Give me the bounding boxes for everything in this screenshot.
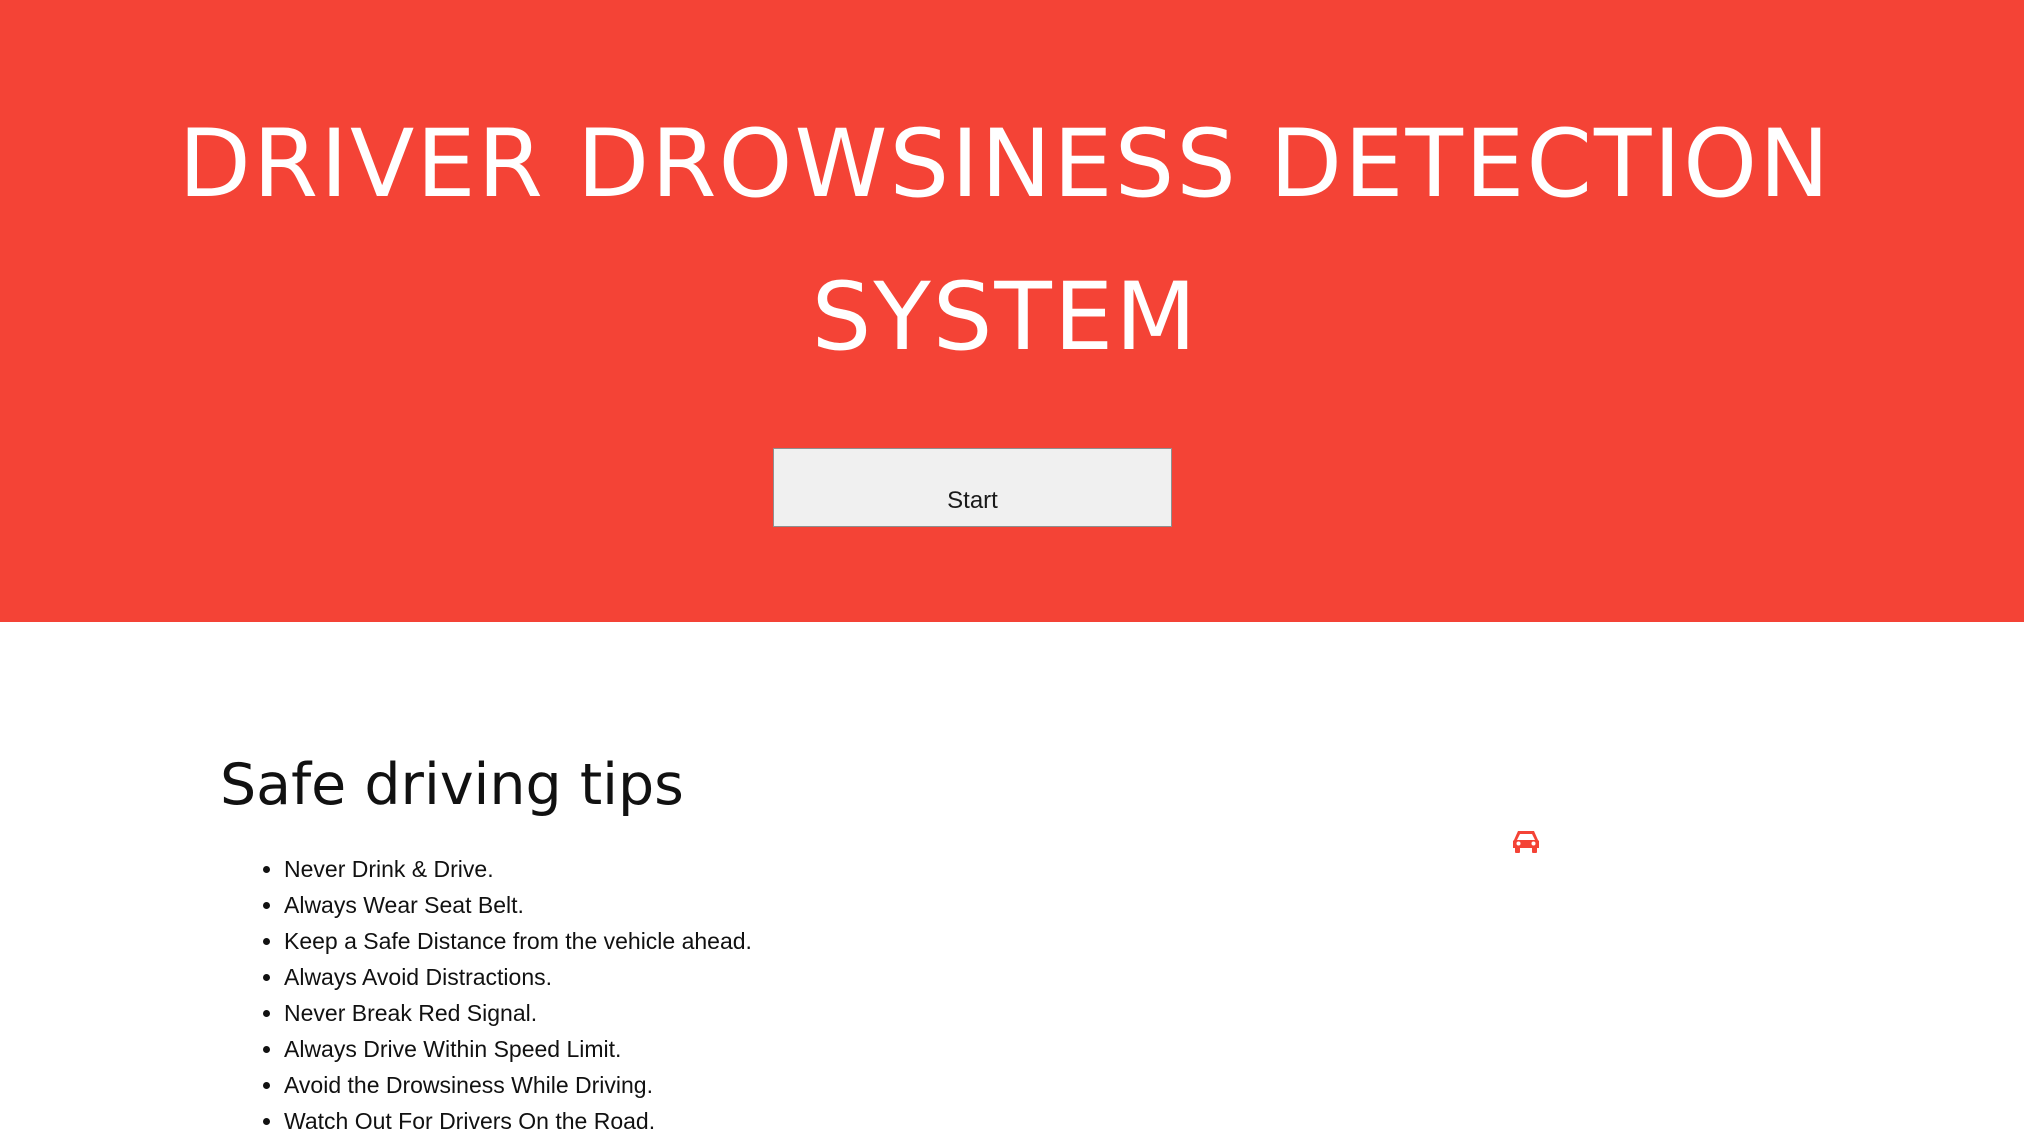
car-icon [1513, 831, 1539, 853]
list-item: Always Wear Seat Belt. [284, 890, 752, 926]
tips-list: Never Drink & Drive. Always Wear Seat Be… [220, 854, 752, 1142]
tips-heading: Safe driving tips [220, 752, 684, 818]
list-item: Watch Out For Drivers On the Road. [284, 1106, 752, 1142]
list-item: Always Avoid Distractions. [284, 962, 752, 998]
page-title: DRIVER DROWSINESS DETECTION SYSTEM [178, 110, 1832, 372]
hero-banner: DRIVER DROWSINESS DETECTION SYSTEM Start [0, 0, 2024, 622]
list-item: Avoid the Drowsiness While Driving. [284, 1070, 752, 1106]
list-item: Always Drive Within Speed Limit. [284, 1034, 752, 1070]
list-item: Never Break Red Signal. [284, 998, 752, 1034]
start-button[interactable]: Start [773, 448, 1172, 527]
list-item: Keep a Safe Distance from the vehicle ah… [284, 926, 752, 962]
list-item: Never Drink & Drive. [284, 854, 752, 890]
